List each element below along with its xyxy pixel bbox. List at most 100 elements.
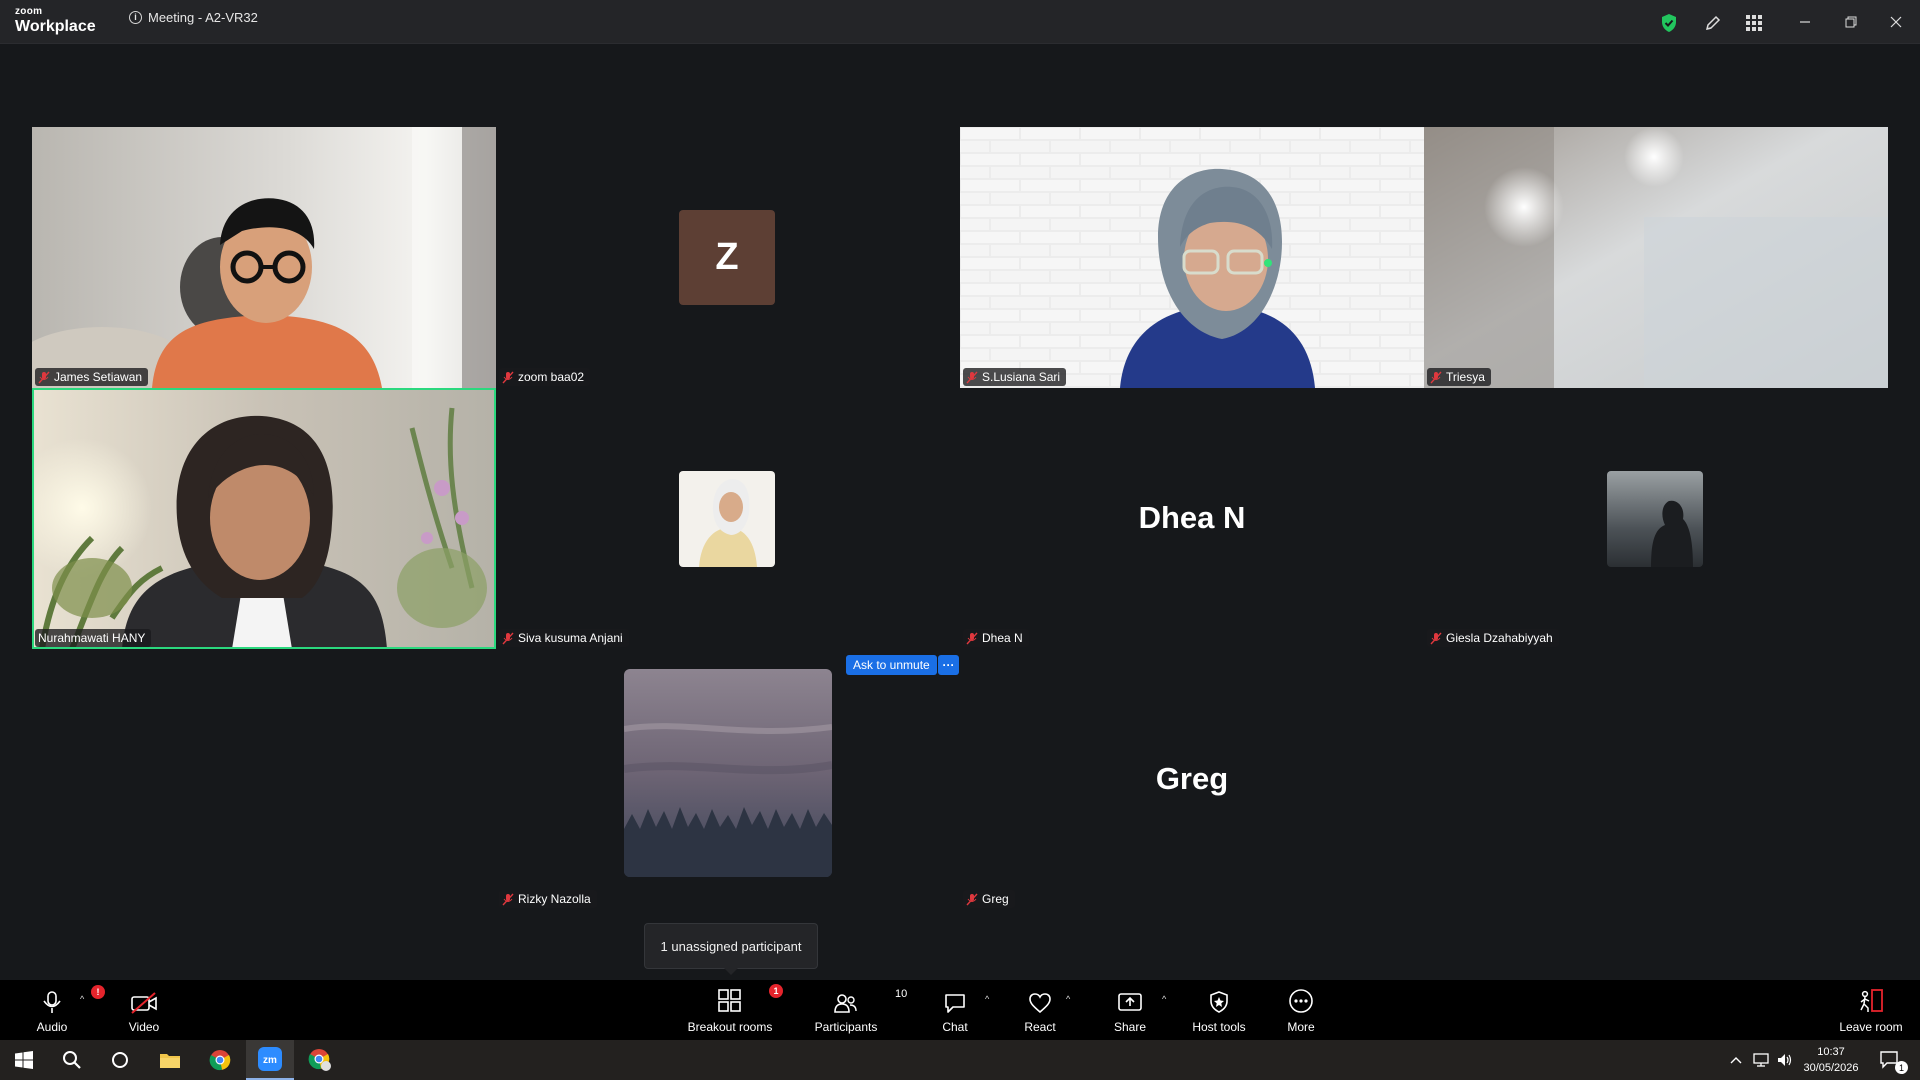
notification-center-button[interactable]: 1 bbox=[1870, 1040, 1910, 1080]
more-dots-icon bbox=[1289, 989, 1313, 1013]
volume-button[interactable] bbox=[1772, 1040, 1798, 1080]
cortana-button[interactable] bbox=[96, 1040, 144, 1080]
restore-button[interactable] bbox=[1836, 8, 1866, 36]
audio-label: Audio bbox=[36, 1020, 68, 1034]
chrome-profile-icon bbox=[308, 1049, 331, 1071]
participant-tile-siva-kusuma-anjani[interactable]: Siva kusuma Anjani bbox=[496, 388, 960, 649]
speaker-icon bbox=[1778, 1054, 1792, 1066]
shield-icon bbox=[1210, 991, 1228, 1013]
muted-mic-icon bbox=[1430, 371, 1442, 383]
chrome-icon bbox=[209, 1050, 231, 1071]
breakout-rooms-button[interactable]: 1 Breakout rooms bbox=[686, 984, 783, 1034]
system-clock[interactable]: 10:37 30/05/2026 bbox=[1796, 1044, 1866, 1076]
muted-mic-icon bbox=[1430, 632, 1442, 644]
zoom-workplace-logo: zoom Workplace bbox=[15, 7, 96, 35]
audio-options-caret[interactable]: ^ bbox=[80, 994, 84, 1004]
muted-mic-icon bbox=[502, 371, 514, 383]
chrome-button[interactable] bbox=[196, 1040, 244, 1080]
minimize-button[interactable] bbox=[1790, 8, 1820, 36]
breakout-rooms-icon bbox=[718, 989, 741, 1012]
leave-room-button[interactable]: Leave room bbox=[1826, 988, 1916, 1034]
participants-button[interactable]: 10 Participants bbox=[801, 988, 908, 1034]
brand-small: zoom bbox=[15, 6, 43, 17]
more-button[interactable]: More bbox=[1256, 988, 1346, 1034]
participants-label: Participants bbox=[814, 1020, 878, 1034]
profile-photo bbox=[624, 669, 832, 877]
muted-mic-icon bbox=[966, 893, 978, 905]
annotate-pencil-icon[interactable] bbox=[1700, 10, 1726, 36]
search-icon bbox=[63, 1051, 81, 1069]
chrome-profile-button[interactable] bbox=[296, 1040, 344, 1080]
windows-start-button[interactable] bbox=[0, 1040, 48, 1080]
host-tools-label: Host tools bbox=[1192, 1020, 1246, 1034]
participant-name: Rizky Nazolla bbox=[518, 892, 591, 906]
participants-count: 10 bbox=[895, 988, 908, 1000]
participant-tile-nurahmawati-hany[interactable]: Nurahmawati HANY bbox=[32, 388, 496, 649]
search-button[interactable] bbox=[48, 1040, 96, 1080]
participants-icon bbox=[834, 994, 857, 1013]
ask-to-unmute-button[interactable]: Ask to unmute bbox=[846, 655, 937, 675]
participant-more-options-button[interactable]: ··· bbox=[938, 655, 959, 675]
meeting-info[interactable]: i Meeting - A2-VR32 bbox=[129, 10, 258, 25]
participant-name: James Setiawan bbox=[54, 370, 143, 384]
heart-icon bbox=[1029, 993, 1051, 1014]
participant-name-tag: zoom baa02 bbox=[499, 368, 591, 386]
share-label: Share bbox=[1113, 1020, 1147, 1034]
meeting-toolbar: ! Audio ^ Video 1 Breakout rooms 10 Part… bbox=[0, 980, 1920, 1040]
apps-grid-icon[interactable] bbox=[1741, 10, 1767, 36]
clock-time: 10:37 bbox=[1817, 1046, 1845, 1058]
react-button[interactable]: React bbox=[995, 988, 1085, 1034]
folder-icon bbox=[160, 1054, 180, 1068]
participant-tile-s-lusiana-sari[interactable]: S.Lusiana Sari bbox=[960, 127, 1424, 388]
zoom-taskbar-button[interactable]: zm bbox=[246, 1040, 294, 1080]
participant-tile-dhea-n[interactable]: Dhea N Dhea N bbox=[960, 388, 1424, 649]
avatar-initial: Z bbox=[679, 210, 775, 305]
participant-tile-greg[interactable]: Greg Greg bbox=[960, 649, 1424, 910]
participant-tile-james-setiawan[interactable]: James Setiawan bbox=[32, 127, 496, 388]
show-hidden-icons-button[interactable] bbox=[1724, 1040, 1748, 1080]
participant-name: Dhea N bbox=[982, 631, 1023, 645]
host-tools-button[interactable]: Host tools bbox=[1174, 988, 1264, 1034]
zoom-app-icon: zm bbox=[258, 1047, 282, 1071]
participant-name-tag: Triesya bbox=[1427, 368, 1491, 386]
more-label: More bbox=[1287, 1020, 1315, 1034]
windows-taskbar: zm 10:37 30/05/2026 1 bbox=[0, 1040, 1920, 1080]
video-button[interactable]: Video bbox=[99, 988, 189, 1034]
file-explorer-button[interactable] bbox=[146, 1040, 194, 1080]
video-feed-james bbox=[32, 127, 496, 388]
close-button[interactable] bbox=[1881, 8, 1911, 36]
share-options-caret[interactable]: ^ bbox=[1162, 994, 1166, 1004]
info-icon[interactable]: i bbox=[129, 11, 142, 24]
leave-room-label: Leave room bbox=[1839, 1020, 1903, 1034]
unassigned-participant-tooltip: 1 unassigned participant bbox=[644, 923, 818, 975]
network-button[interactable] bbox=[1748, 1040, 1774, 1080]
participant-tile-zoom-baa02[interactable]: Z zoom baa02 bbox=[496, 127, 960, 388]
participant-name-tag: Dhea N bbox=[963, 629, 1029, 647]
participant-display-name: Greg bbox=[1155, 761, 1229, 796]
participant-name-tag: Nurahmawati HANY bbox=[35, 629, 152, 647]
microphone-icon bbox=[43, 991, 61, 1013]
participant-name: Triesya bbox=[1446, 370, 1485, 384]
chevron-up-icon bbox=[1730, 1057, 1742, 1064]
chat-options-caret[interactable]: ^ bbox=[985, 994, 989, 1004]
windows-logo-icon bbox=[15, 1051, 33, 1069]
participant-name-tag: Siva kusuma Anjani bbox=[499, 629, 629, 647]
cortana-circle-icon bbox=[112, 1052, 128, 1068]
participant-name: S.Lusiana Sari bbox=[982, 370, 1061, 384]
participant-tile-giesla-dzahabiyyah[interactable]: Giesla Dzahabiyyah bbox=[1424, 388, 1888, 649]
participant-display-name: Dhea N bbox=[1138, 500, 1246, 535]
security-shield-icon[interactable] bbox=[1656, 10, 1682, 36]
participant-name: Siva kusuma Anjani bbox=[518, 631, 623, 645]
share-screen-icon bbox=[1118, 993, 1142, 1011]
react-options-caret[interactable]: ^ bbox=[1066, 994, 1070, 1004]
participant-tile-rizky-nazolla[interactable]: Rizky Nazolla bbox=[496, 649, 960, 910]
participant-tile-triesya[interactable]: Triesya bbox=[1424, 127, 1888, 388]
gallery-view: James Setiawan Z zoom baa02 S.Lusiana Sa… bbox=[0, 45, 1920, 980]
video-off-icon bbox=[131, 992, 157, 1014]
muted-mic-icon bbox=[966, 371, 978, 383]
video-feed-lusiana bbox=[960, 127, 1424, 388]
leave-door-icon bbox=[1860, 989, 1883, 1012]
chat-bubble-icon bbox=[945, 994, 965, 1013]
participant-name-tag: Giesla Dzahabiyyah bbox=[1427, 629, 1559, 647]
meeting-title: Meeting - A2-VR32 bbox=[148, 10, 258, 25]
